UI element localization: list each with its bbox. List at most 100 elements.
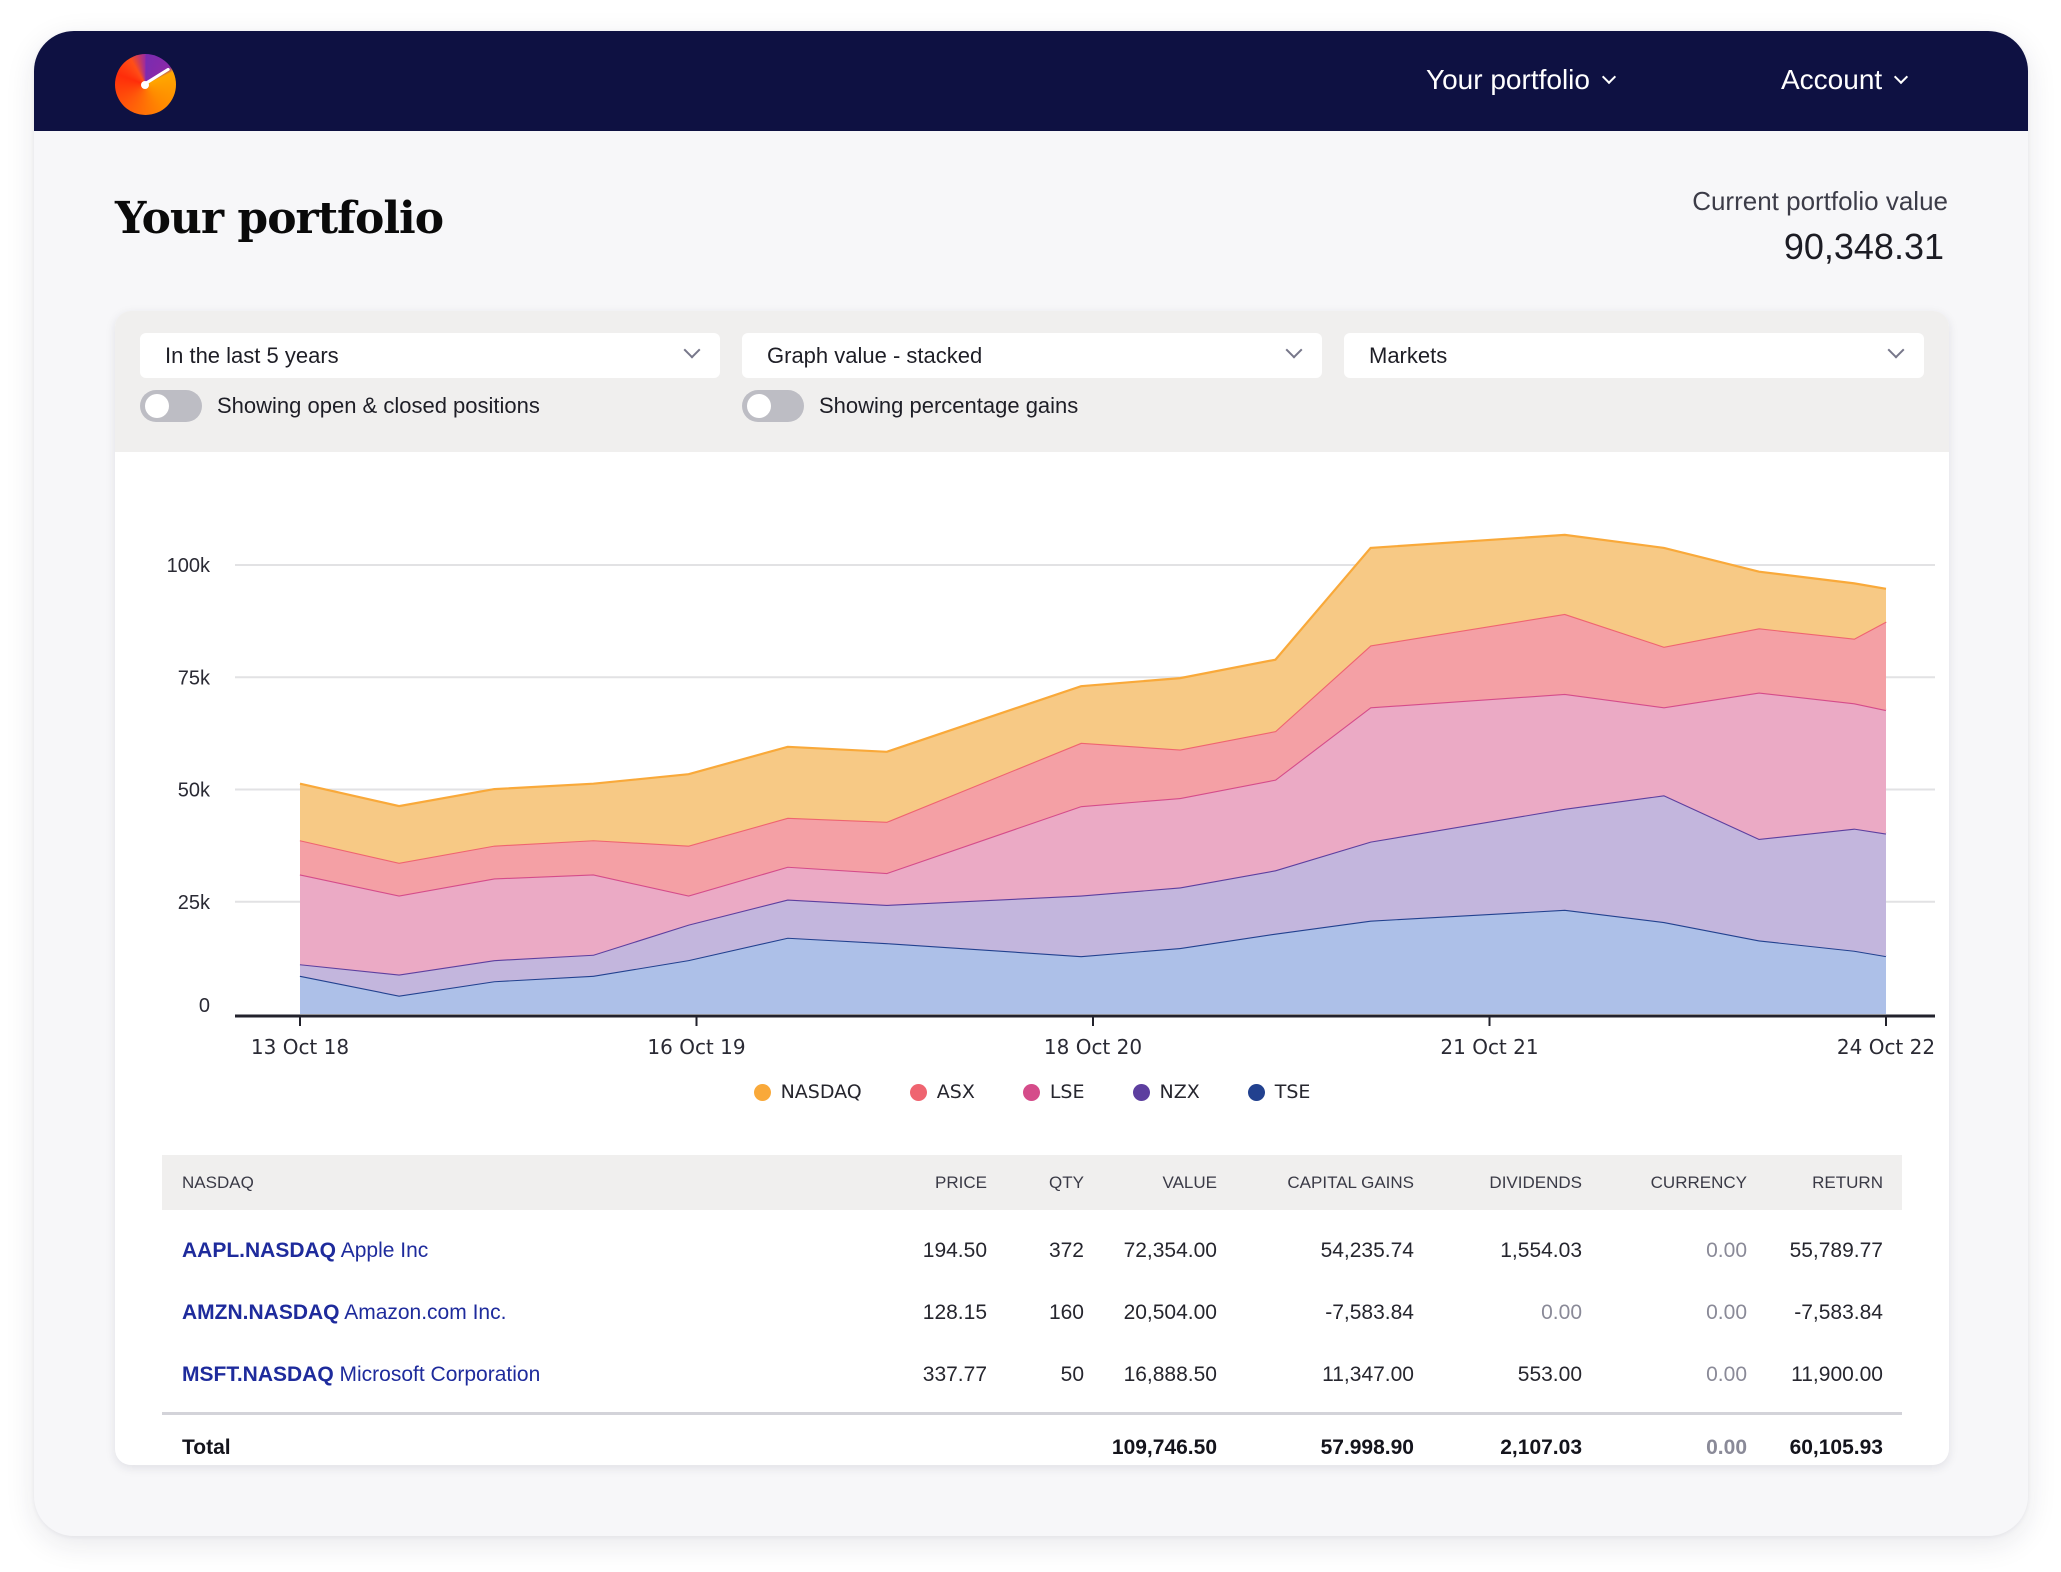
nav-account[interactable]: Account	[1781, 64, 1909, 96]
legend-label: LSE	[1049, 1081, 1085, 1103]
gauge-logo-icon[interactable]	[115, 54, 176, 115]
chart-legend: NASDAQ ASX LSE NZX TSE	[115, 1081, 1949, 1103]
percentage-toggle-label: Showing percentage gains	[819, 393, 1079, 418]
qty: 160	[1048, 1301, 1084, 1324]
chevron-down-icon	[1285, 341, 1303, 359]
stacked-area-chart: 0 25k 50k 75k 100k 13 Oct 18 16 Oct 19 18 Oct 2…	[167, 533, 1935, 1059]
table-row: MSFT.NASDAQ Microsoft Corporation 337.77…	[162, 1344, 1902, 1406]
legend-label: NZX	[1159, 1081, 1200, 1103]
total-row: Total 109,746.50 57.998.90 2,107.03 0.00…	[162, 1415, 1902, 1465]
legend-label: ASX	[936, 1081, 975, 1103]
toggle-knob	[145, 394, 169, 418]
grouping-select[interactable]: Markets	[1344, 333, 1924, 378]
holding-link[interactable]: AMZN.NASDAQ Amazon.com Inc.	[162, 1301, 862, 1325]
col-return[interactable]: RETURN	[1747, 1173, 1883, 1193]
nav-your-portfolio[interactable]: Your portfolio	[1426, 64, 1617, 96]
y-tick-label: 50k	[178, 780, 211, 802]
capital-gains: -7,583.84	[1325, 1301, 1414, 1324]
toggle-knob	[747, 394, 771, 418]
holding-link[interactable]: AAPL.NASDAQ Apple Inc	[162, 1239, 862, 1263]
legend-dot-icon	[753, 1083, 771, 1101]
ticker: MSFT.NASDAQ	[182, 1363, 334, 1386]
x-tick-label: 24 Oct 22	[1837, 1035, 1935, 1059]
percentage-toggle[interactable]	[742, 390, 804, 422]
filters-panel: In the last 5 years Graph value - stacke…	[115, 311, 1949, 452]
percentage-toggle-row: Showing percentage gains	[742, 390, 1078, 422]
graph-mode-select[interactable]: Graph value - stacked	[742, 333, 1322, 378]
currency: 0.00	[1706, 1301, 1747, 1324]
x-tick-label: 21 Oct 21	[1440, 1035, 1538, 1059]
company-name: Microsoft Corporation	[339, 1363, 541, 1386]
price: 194.50	[922, 1239, 987, 1262]
chevron-down-icon	[1894, 69, 1909, 85]
col-currency[interactable]: CURRENCY	[1582, 1173, 1747, 1193]
legend-item-nasdaq[interactable]: NASDAQ	[753, 1081, 862, 1103]
legend-item-nzx[interactable]: NZX	[1132, 1081, 1200, 1103]
capital-gains: 54,235.74	[1320, 1239, 1414, 1262]
table-row: AMZN.NASDAQ Amazon.com Inc. 128.15 160 2…	[162, 1282, 1902, 1344]
positions-toggle-label: Showing open & closed positions	[217, 393, 540, 418]
y-tick-label: 100k	[167, 555, 211, 577]
legend-label: TSE	[1274, 1081, 1311, 1103]
chart-areas	[299, 533, 1887, 1014]
col-qty[interactable]: QTY	[987, 1173, 1084, 1193]
total-currency: 0.00	[1706, 1436, 1747, 1459]
legend-dot-icon	[1132, 1083, 1150, 1101]
period-select[interactable]: In the last 5 years	[140, 333, 720, 378]
dividends: 0.00	[1541, 1301, 1582, 1324]
page-title: Your portfolio	[115, 193, 444, 244]
logo-pivot	[141, 81, 149, 89]
currency: 0.00	[1706, 1363, 1747, 1386]
dividends: 1,554.03	[1500, 1239, 1582, 1262]
table-row: AAPL.NASDAQ Apple Inc 194.50 372 72,354.…	[162, 1220, 1902, 1282]
legend-dot-icon	[1022, 1083, 1040, 1101]
price: 337.77	[922, 1363, 987, 1386]
qty: 50	[1060, 1363, 1084, 1386]
app-window: Your portfolio Account Your portfolio Cu…	[34, 31, 2028, 1536]
portfolio-card: In the last 5 years Graph value - stacke…	[115, 311, 1949, 1465]
positions-toggle-row: Showing open & closed positions	[140, 390, 540, 422]
total-return: 60,105.93	[1789, 1436, 1883, 1459]
ticker: AAPL.NASDAQ	[182, 1239, 337, 1262]
price: 128.15	[922, 1301, 987, 1324]
total-capital-gains: 57.998.90	[1320, 1436, 1414, 1459]
portfolio-value: 90,348.31	[1783, 226, 1944, 267]
dividends: 553.00	[1517, 1363, 1582, 1386]
top-navigation-bar: Your portfolio Account	[34, 31, 2028, 131]
holding-link[interactable]: MSFT.NASDAQ Microsoft Corporation	[162, 1363, 862, 1387]
graph-mode-select-value: Graph value - stacked	[767, 342, 983, 368]
portfolio-value-label: Current portfolio value	[1692, 186, 1948, 216]
grouping-select-value: Markets	[1369, 342, 1448, 368]
legend-item-asx[interactable]: ASX	[909, 1081, 975, 1103]
ticker: AMZN.NASDAQ	[182, 1301, 340, 1324]
y-tick-label: 25k	[178, 892, 211, 914]
y-tick-label: 0	[199, 995, 210, 1017]
col-capital-gains[interactable]: CAPITAL GAINS	[1217, 1173, 1414, 1193]
positions-toggle[interactable]	[140, 390, 202, 422]
col-value[interactable]: VALUE	[1084, 1173, 1218, 1193]
total-value: 109,746.50	[1111, 1436, 1217, 1459]
x-tick-label: 16 Oct 19	[647, 1035, 745, 1059]
qty: 372	[1048, 1239, 1084, 1262]
x-tick-label: 18 Oct 20	[1044, 1035, 1142, 1059]
value: 20,504.00	[1123, 1301, 1217, 1324]
legend-item-tse[interactable]: TSE	[1247, 1081, 1311, 1103]
value: 72,354.00	[1123, 1239, 1217, 1262]
chevron-down-icon	[683, 341, 701, 359]
col-dividends[interactable]: DIVIDENDS	[1414, 1173, 1582, 1193]
currency: 0.00	[1706, 1239, 1747, 1262]
table-header: NASDAQ PRICE QTY VALUE CAPITAL GAINS DIV…	[162, 1155, 1902, 1210]
total-dividends: 2,107.03	[1500, 1436, 1582, 1459]
company-name: Amazon.com Inc.	[344, 1301, 507, 1324]
nav-your-portfolio-label: Your portfolio	[1426, 64, 1590, 95]
holdings-table: NASDAQ PRICE QTY VALUE CAPITAL GAINS DIV…	[162, 1155, 1902, 1465]
legend-dot-icon	[909, 1083, 927, 1101]
col-price[interactable]: PRICE	[862, 1173, 987, 1193]
legend-item-lse[interactable]: LSE	[1022, 1081, 1085, 1103]
total-label: Total	[182, 1436, 231, 1459]
legend-label: NASDAQ	[780, 1081, 862, 1103]
capital-gains: 11,347.00	[1322, 1363, 1414, 1386]
col-group: NASDAQ	[182, 1172, 254, 1192]
chevron-down-icon	[1601, 69, 1617, 85]
company-name: Apple Inc	[340, 1239, 429, 1262]
